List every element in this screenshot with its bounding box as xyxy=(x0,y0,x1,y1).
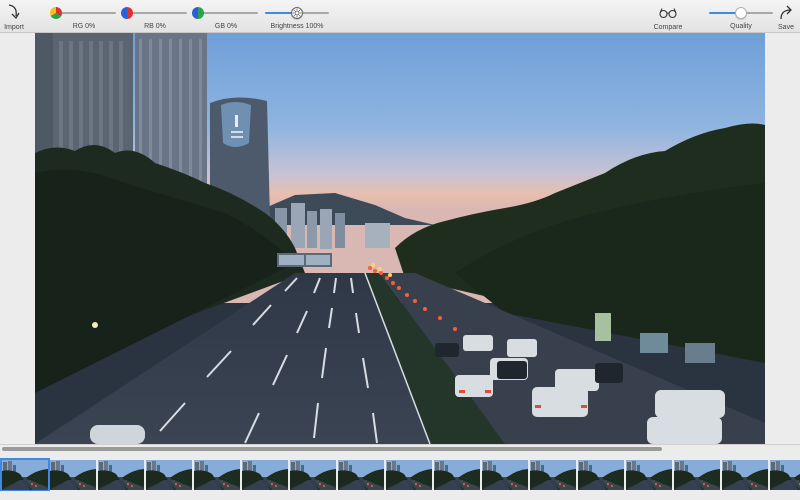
filmstrip-thumbnail[interactable] xyxy=(626,460,672,490)
filmstrip-thumbnail[interactable] xyxy=(338,460,384,490)
save-label: Save xyxy=(778,24,794,31)
rb-slider-track xyxy=(127,12,187,14)
gb-label: GB 0% xyxy=(214,23,238,30)
gb-slider[interactable] xyxy=(192,6,258,20)
filmstrip-thumbnail[interactable] xyxy=(98,460,144,490)
save-button[interactable]: Save xyxy=(775,3,797,31)
city-highway-photo xyxy=(35,33,765,444)
filmstrip-thumbnail[interactable] xyxy=(0,458,50,491)
filmstrip xyxy=(0,457,800,491)
toolbar: Import RG 0% RB 0% GB 0% Brightness 100%… xyxy=(0,0,800,33)
glasses-icon xyxy=(650,3,686,22)
compare-button[interactable]: Compare xyxy=(650,3,686,31)
gb-color-wheel-icon[interactable] xyxy=(192,7,204,19)
filmstrip-thumbnail[interactable] xyxy=(146,460,192,490)
gb-slider-track xyxy=(198,12,258,14)
filmstrip-thumbnail[interactable] xyxy=(578,460,624,490)
filmstrip-thumbnail[interactable] xyxy=(482,460,528,490)
filmstrip-thumbnail[interactable] xyxy=(674,460,720,490)
image-canvas xyxy=(0,33,800,444)
import-label: Import xyxy=(4,24,24,31)
filmstrip-thumbnail[interactable] xyxy=(194,460,240,490)
import-button[interactable]: Import xyxy=(3,3,25,31)
photo-preview[interactable] xyxy=(35,33,765,444)
rg-label: RG 0% xyxy=(72,23,96,30)
filmstrip-thumbnail[interactable] xyxy=(722,460,768,490)
brightness-label: Brightness 100% xyxy=(270,23,324,30)
import-arrow-icon xyxy=(3,3,25,22)
filmstrip-thumbnail[interactable] xyxy=(290,460,336,490)
rg-slider-track xyxy=(56,12,116,14)
scrollbar-thumb[interactable] xyxy=(2,447,662,451)
filmstrip-thumbnail[interactable] xyxy=(242,460,288,490)
brightness-sun-icon[interactable] xyxy=(291,7,303,19)
filmstrip-thumbnail[interactable] xyxy=(50,460,96,490)
quality-slider[interactable] xyxy=(709,6,773,20)
rb-slider[interactable] xyxy=(121,6,187,20)
rg-color-wheel-icon[interactable] xyxy=(50,7,62,19)
app-window: Import RG 0% RB 0% GB 0% Brightness 100%… xyxy=(0,0,800,500)
rb-color-wheel-icon[interactable] xyxy=(121,7,133,19)
brightness-slider[interactable] xyxy=(265,6,329,20)
rb-label: RB 0% xyxy=(144,23,166,30)
quality-slider-knob[interactable] xyxy=(735,7,747,19)
horizontal-scrollbar[interactable] xyxy=(0,444,800,452)
filmstrip-thumbnail[interactable] xyxy=(434,460,480,490)
compare-label: Compare xyxy=(653,24,683,31)
save-arrow-icon xyxy=(775,3,797,22)
rg-slider[interactable] xyxy=(50,6,116,20)
filmstrip-thumbnail[interactable] xyxy=(530,460,576,490)
quality-label: Quality xyxy=(730,23,752,30)
filmstrip-thumbnail[interactable] xyxy=(770,460,800,490)
filmstrip-thumbnail[interactable] xyxy=(386,460,432,490)
